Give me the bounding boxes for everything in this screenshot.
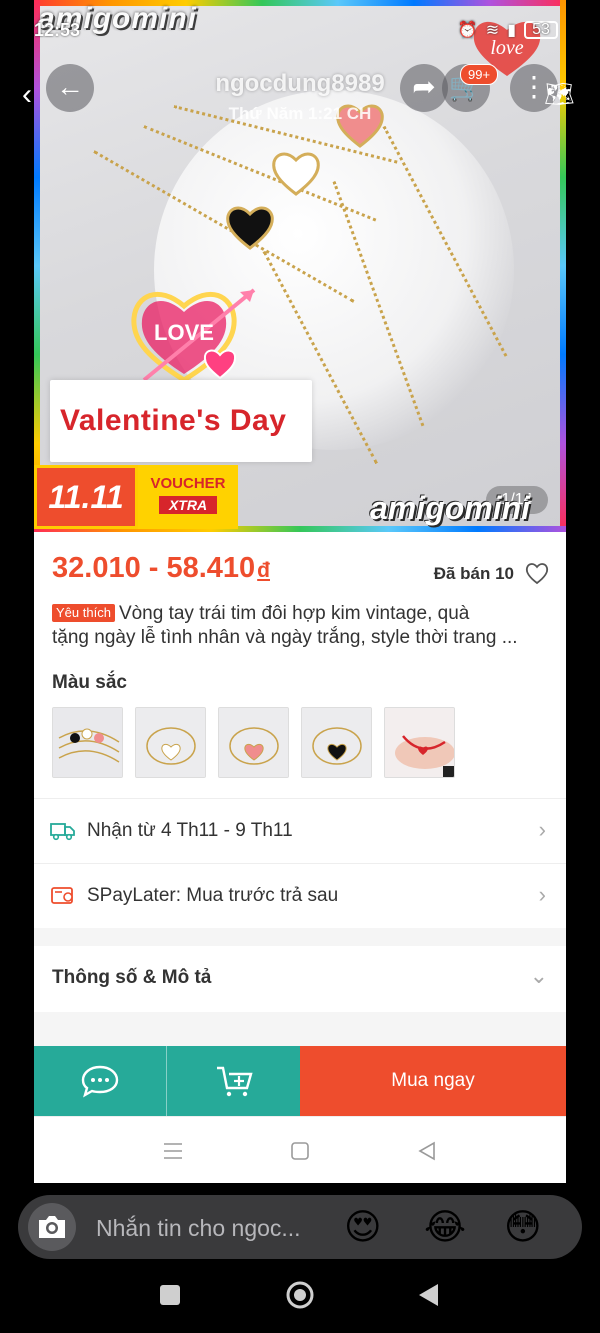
swatch-red-string[interactable] xyxy=(384,707,455,778)
heart-outline-icon[interactable] xyxy=(524,560,550,586)
favorite-tag: Yêu thích xyxy=(52,604,115,622)
price-value: 32.010 - 58.410 xyxy=(52,552,256,584)
color-swatches xyxy=(52,707,455,778)
xtra-label: XTRA xyxy=(158,496,218,514)
voucher-xtra-badge: VOUCHER XTRA xyxy=(138,465,238,529)
chevron-down-icon: ⌄ xyxy=(529,963,548,988)
emoji-tears-of-joy[interactable]: 😂 xyxy=(424,1203,466,1251)
inner-nav-bar xyxy=(34,1116,566,1183)
color-label: Màu sắc xyxy=(52,672,127,693)
spaylater-text: SPayLater: Mua trước trả sau xyxy=(87,885,339,906)
black-heart-pendant xyxy=(226,206,274,250)
back-button[interactable]: ← xyxy=(46,64,94,112)
currency-symbol: đ xyxy=(257,559,270,582)
white-heart-pendant xyxy=(272,152,320,196)
wifi-icon: ≋ xyxy=(485,22,500,39)
love-heart-badge: LOVE xyxy=(131,288,256,383)
specs-row[interactable]: Thông số & Mô tả ⌄ xyxy=(34,946,566,1010)
swatch-pink-heart[interactable] xyxy=(218,707,289,778)
section-gap xyxy=(34,928,566,946)
swatch-image xyxy=(136,708,205,777)
swatch-image xyxy=(53,708,122,777)
specs-title: Thông số & Mô tả xyxy=(52,967,212,988)
emoji-heart-eyes[interactable]: 😍 xyxy=(344,1203,382,1251)
reply-bar: Nhắn tin cho ngoc... 😍 😂 😳 xyxy=(18,1195,582,1259)
spaylater-icon xyxy=(51,887,73,904)
price-row: 32.010 - 58.410đ Đã bán 10 xyxy=(52,552,550,592)
sold-count: Đã bán 10 xyxy=(433,564,514,583)
bottom-action-bar: Mua ngay xyxy=(34,1046,566,1116)
cart-count-badge: 99+ xyxy=(460,64,499,85)
status-icons: ⏰ ≋ ▮ 53 xyxy=(458,20,558,40)
arrow-left-icon: ← xyxy=(56,71,84,102)
swatch-image xyxy=(219,708,288,777)
alarm-icon: ⏰ xyxy=(457,22,478,39)
camera-button[interactable] xyxy=(28,1203,76,1251)
product-title: Yêu thích Vòng tay trái tim đôi hợp kim v… xyxy=(52,602,552,650)
system-nav-bar xyxy=(0,1262,600,1333)
price-range: 32.010 - 58.410đ xyxy=(52,552,270,585)
share-button[interactable]: ➦ xyxy=(400,64,448,112)
stop-square-icon[interactable] xyxy=(159,1284,181,1306)
back-triangle-icon[interactable] xyxy=(417,1141,437,1161)
story-product-frame: love LOVE Valentine's Day 11.11 VOUCHER … xyxy=(34,0,566,1183)
battery-icon: 53 xyxy=(524,21,558,39)
emoji-flushed[interactable]: 😳 xyxy=(504,1203,542,1251)
share-icon: ➦ xyxy=(412,71,436,102)
chevron-right-icon: › xyxy=(538,817,546,842)
signal-icon: ▮ xyxy=(507,22,516,39)
swatch-white-heart[interactable] xyxy=(135,707,206,778)
map-icon[interactable]: 🗺 xyxy=(544,80,574,109)
add-to-cart-button[interactable] xyxy=(167,1046,300,1116)
swatch-image xyxy=(302,708,371,777)
recent-apps-icon[interactable] xyxy=(163,1142,183,1160)
truck-icon xyxy=(50,823,75,841)
camera-icon xyxy=(39,1216,65,1238)
chat-bubble-icon xyxy=(81,1065,119,1098)
swatch-black-heart[interactable] xyxy=(301,707,372,778)
brand-watermark-bottom: amigomini xyxy=(370,490,531,526)
back-triangle-icon[interactable] xyxy=(418,1283,440,1307)
delivery-row[interactable]: Nhận từ 4 Th11 - 9 Th11 › xyxy=(34,798,566,862)
product-title-line2: tặng ngày lễ tình nhân và ngày trắng, st… xyxy=(52,627,518,648)
svg-text:LOVE: LOVE xyxy=(154,320,214,345)
swatch-set-of-three[interactable] xyxy=(52,707,123,778)
sale-1111-badge: 11.11 xyxy=(34,465,138,529)
swatch-image xyxy=(385,708,454,777)
cart-plus-icon xyxy=(217,1066,253,1097)
story-timestamp: Thứ Năm 1:21 CH xyxy=(228,104,372,123)
voucher-label: VOUCHER xyxy=(150,475,226,492)
buy-now-button[interactable]: Mua ngay xyxy=(300,1046,566,1116)
reply-input[interactable]: Nhắn tin cho ngoc... xyxy=(96,1215,301,1242)
screen: { "status": { "time": "12:53", "battery"… xyxy=(0,0,600,1333)
status-time: 12:53 xyxy=(34,20,81,40)
status-bar: 12:53 ⏰ ≋ ▮ 53 xyxy=(34,18,566,46)
story-back-icon[interactable]: ‹ xyxy=(22,78,32,112)
spaylater-row[interactable]: SPayLater: Mua trước trả sau › xyxy=(34,863,566,927)
chevron-right-icon: › xyxy=(538,882,546,907)
home-circle-icon[interactable] xyxy=(285,1280,315,1310)
section-gap xyxy=(34,1012,566,1046)
valentine-banner: Valentine's Day xyxy=(50,380,312,462)
product-title-line1: Vòng tay trái tim đôi hợp kim vintage, q… xyxy=(118,603,470,624)
valentine-text: Valentine's Day xyxy=(60,404,287,437)
chat-button[interactable] xyxy=(34,1046,167,1116)
delivery-text: Nhận từ 4 Th11 - 9 Th11 xyxy=(87,820,293,841)
product-image[interactable]: love LOVE Valentine's Day 11.11 VOUCHER … xyxy=(34,0,566,532)
home-square-icon[interactable] xyxy=(290,1141,310,1161)
